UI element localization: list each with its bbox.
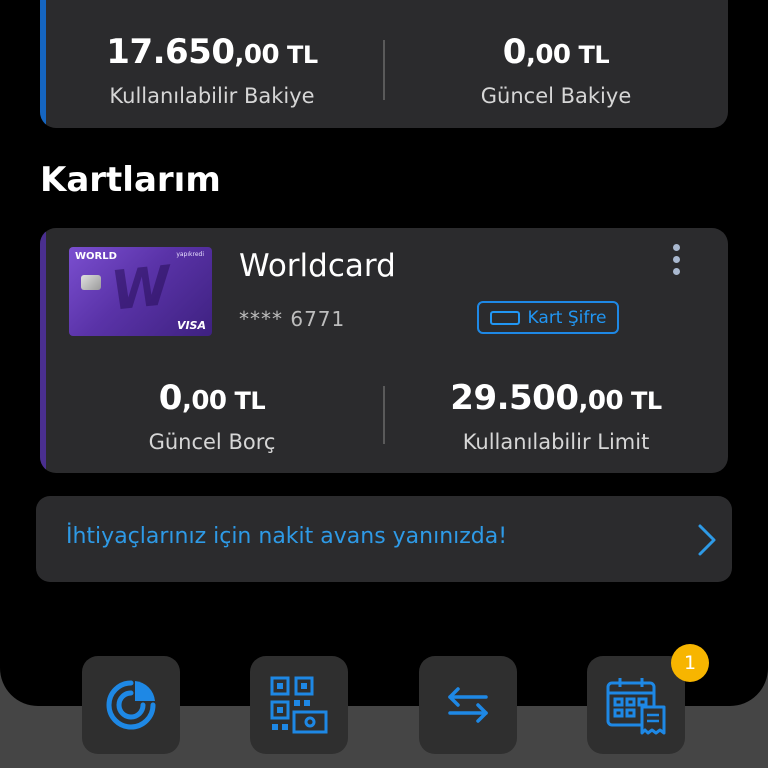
- card-debt-amount: 0,00 TL: [40, 378, 384, 418]
- available-balance: 17.650,00 TL Kullanılabilir Bakiye: [40, 32, 384, 108]
- cards-section-title: Kartlarım: [40, 160, 221, 200]
- transfer-arrows-icon: [448, 687, 488, 723]
- current-balance-whole: 0: [502, 32, 527, 72]
- card-image-watermark: W: [107, 254, 168, 323]
- current-balance-amount: 0,00 TL: [384, 32, 728, 72]
- app-screen: 17.650,00 TL Kullanılabilir Bakiye 0,00 TL…: [0, 0, 768, 706]
- credit-card-panel[interactable]: WORLD yapıkredi W VISA Worldcard **** 67…: [40, 228, 728, 473]
- cash-advance-text: İhtiyaçlarınız için nakit avans yanınızd…: [66, 524, 508, 549]
- card-limit-amount: 29.500,00 TL: [384, 378, 728, 418]
- available-balance-label: Kullanılabilir Bakiye: [109, 84, 315, 108]
- nav-payments-calendar-button[interactable]: [587, 656, 685, 754]
- card-image-bank: yapıkredi: [176, 251, 204, 258]
- card-masked-number: **** 6771: [239, 307, 346, 331]
- more-options-icon[interactable]: [666, 244, 686, 284]
- card-debt-label: Güncel Borç: [148, 430, 276, 454]
- nav-summary-button[interactable]: [82, 656, 180, 754]
- notification-badge: 1: [671, 644, 709, 682]
- available-balance-whole: 17.650: [106, 32, 235, 72]
- cash-advance-banner[interactable]: İhtiyaçlarınız için nakit avans yanınızd…: [36, 496, 732, 582]
- qr-money-icon: [270, 676, 328, 734]
- card-debt-decimal: ,00: [181, 386, 227, 416]
- card-debt-currency: TL: [234, 387, 266, 415]
- current-balance-currency: TL: [578, 41, 610, 69]
- balance-card[interactable]: 17.650,00 TL Kullanılabilir Bakiye 0,00 TL…: [40, 0, 728, 128]
- pie-chart-icon: [106, 680, 156, 730]
- chevron-right-icon: [698, 524, 716, 556]
- current-balance-decimal: ,00: [525, 40, 571, 70]
- card-limit-whole: 29.500: [450, 378, 579, 418]
- available-balance-decimal: ,00: [234, 40, 280, 70]
- card-pin-button-label: Kart Şifre: [527, 307, 607, 328]
- card-name: Worldcard: [239, 248, 396, 284]
- current-balance-label: Güncel Bakiye: [480, 84, 632, 108]
- card-limit-decimal: ,00: [578, 386, 624, 416]
- card-limit: 29.500,00 TL Kullanılabilir Limit: [384, 378, 728, 454]
- card-pin-button[interactable]: Kart Şifre: [477, 301, 619, 334]
- available-balance-amount: 17.650,00 TL: [40, 32, 384, 72]
- current-balance: 0,00 TL Güncel Bakiye: [384, 32, 728, 108]
- card-limit-label: Kullanılabilir Limit: [462, 430, 650, 454]
- card-image-network: VISA: [176, 319, 206, 332]
- calendar-receipt-icon: [606, 678, 666, 735]
- card-limit-currency: TL: [631, 387, 662, 415]
- nav-transfer-button[interactable]: [419, 656, 517, 754]
- card-debt: 0,00 TL Güncel Borç: [40, 378, 384, 454]
- card-debt-whole: 0: [158, 378, 183, 418]
- card-image[interactable]: WORLD yapıkredi W VISA: [69, 247, 212, 336]
- card-chip-icon: [81, 275, 101, 290]
- nav-qr-payment-button[interactable]: [250, 656, 348, 754]
- pin-dots-icon: [489, 305, 520, 325]
- available-balance-currency: TL: [287, 41, 318, 69]
